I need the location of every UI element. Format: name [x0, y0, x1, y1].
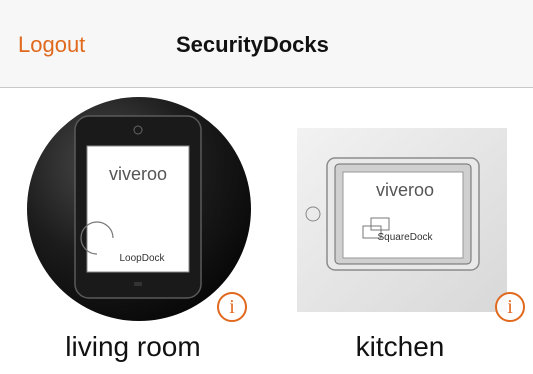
screen: Logout SecurityDocks viveroo LoopDock i [0, 0, 533, 374]
loopdock-brand-text: viveroo [109, 164, 167, 184]
page-title: SecurityDocks [176, 32, 329, 57]
dock-name-label: living room [65, 331, 201, 362]
logout-button[interactable]: Logout [18, 32, 85, 58]
squaredock-model-text: SquareDock [377, 232, 433, 243]
squaredock-brand-text: viveroo [376, 180, 434, 200]
loopdock-model-text: LoopDock [119, 253, 165, 264]
info-icon[interactable]: i [495, 292, 525, 322]
loopdock-image: viveroo LoopDock [27, 97, 251, 321]
squaredock-image: viveroo SquareDock [297, 128, 507, 312]
info-icon[interactable]: i [217, 292, 247, 322]
dock-cell-living-room[interactable]: viveroo LoopDock i living room [0, 88, 266, 374]
navigation-bar: Logout SecurityDocks [0, 0, 533, 88]
dock-name-label: kitchen [355, 331, 445, 362]
dock-cell-kitchen[interactable]: viveroo SquareDock i kitchen [267, 88, 533, 374]
